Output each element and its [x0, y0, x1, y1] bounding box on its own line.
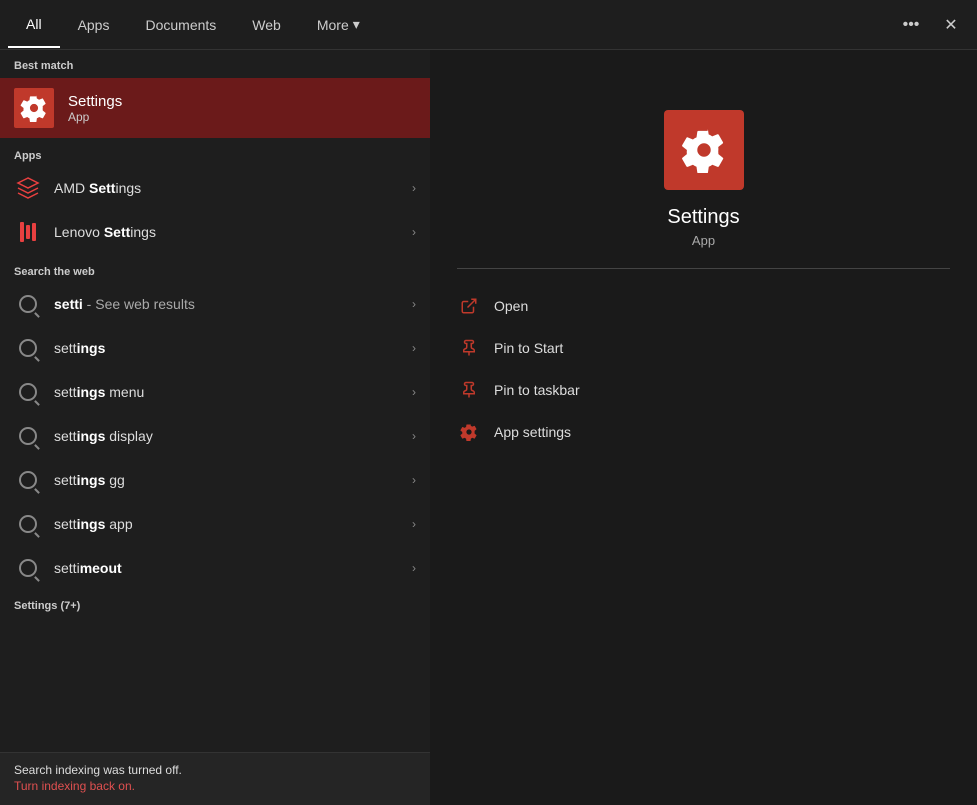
pin-taskbar-icon — [458, 379, 480, 401]
ellipsis-button[interactable]: ••• — [893, 7, 929, 43]
tab-web[interactable]: Web — [234, 3, 299, 47]
amd-settings-item[interactable]: AMD Settings › — [0, 166, 430, 210]
search-icon — [14, 378, 42, 406]
app-icon-large — [664, 110, 744, 190]
web-item-text: setti - See web results — [54, 296, 400, 312]
pin-start-label: Pin to Start — [494, 340, 563, 356]
search-icon — [14, 422, 42, 450]
web-item-text: settings gg — [54, 472, 400, 488]
search-icon — [14, 510, 42, 538]
gear-icon — [20, 94, 48, 122]
best-match-title: Settings — [68, 93, 122, 110]
best-match-label: Best match — [0, 50, 430, 78]
open-icon — [458, 295, 480, 317]
lenovo-settings-item[interactable]: Lenovo Settings › — [0, 210, 430, 254]
left-panel: Best match Settings App Apps — [0, 50, 430, 805]
search-icon — [14, 290, 42, 318]
chevron-right-icon: › — [412, 385, 416, 399]
web-item-settings-app[interactable]: settings app › — [0, 502, 430, 546]
open-action[interactable]: Open — [450, 285, 957, 327]
web-item-settings-gg[interactable]: settings gg › — [0, 458, 430, 502]
header: All Apps Documents Web More ▾ ••• ✕ — [0, 0, 977, 50]
chevron-right-icon: › — [412, 429, 416, 443]
web-item-text: settings — [54, 340, 400, 356]
lenovo-settings-text: Lenovo Settings — [54, 224, 400, 240]
web-item-setti[interactable]: setti - See web results › — [0, 282, 430, 326]
tab-more[interactable]: More ▾ — [299, 2, 378, 47]
tab-documents[interactable]: Documents — [127, 3, 234, 47]
open-label: Open — [494, 298, 528, 314]
chevron-right-icon: › — [412, 225, 416, 239]
web-section-label: Search the web — [0, 254, 430, 282]
right-panel: Settings App Open — [430, 50, 977, 805]
web-item-text: settimeout — [54, 560, 400, 576]
settings-app-icon — [14, 88, 54, 128]
amd-icon — [14, 174, 42, 202]
pin-taskbar-action[interactable]: Pin to taskbar — [450, 369, 957, 411]
web-item-text: settings app — [54, 516, 400, 532]
amd-settings-text: AMD Settings — [54, 180, 400, 196]
web-item-text: settings display — [54, 428, 400, 444]
tab-all[interactable]: All — [8, 2, 60, 48]
close-button[interactable]: ✕ — [933, 7, 969, 43]
apps-section-label: Apps — [0, 138, 430, 166]
chevron-right-icon: › — [412, 473, 416, 487]
web-item-settimeout[interactable]: settimeout › — [0, 546, 430, 590]
best-match-item[interactable]: Settings App — [0, 78, 430, 138]
search-window: All Apps Documents Web More ▾ ••• ✕ Best… — [0, 0, 977, 805]
chevron-right-icon: › — [412, 341, 416, 355]
pin-start-icon — [458, 337, 480, 359]
best-match-text: Settings App — [68, 93, 122, 124]
app-settings-icon — [458, 421, 480, 443]
lenovo-icon — [14, 218, 42, 246]
notification-text: Search indexing was turned off. — [14, 763, 416, 777]
divider — [457, 268, 949, 269]
header-actions: ••• ✕ — [893, 7, 969, 43]
search-icon — [14, 554, 42, 582]
web-item-settings-menu[interactable]: settings menu › — [0, 370, 430, 414]
chevron-right-icon: › — [412, 181, 416, 195]
web-item-text: settings menu — [54, 384, 400, 400]
chevron-right-icon: › — [412, 517, 416, 531]
pin-start-action[interactable]: Pin to Start — [450, 327, 957, 369]
tab-apps[interactable]: Apps — [60, 3, 128, 47]
app-name: Settings — [667, 206, 739, 229]
search-icon — [14, 466, 42, 494]
chevron-right-icon: › — [412, 297, 416, 311]
main-content: Best match Settings App Apps — [0, 50, 977, 805]
chevron-right-icon: › — [412, 561, 416, 575]
pin-taskbar-label: Pin to taskbar — [494, 382, 580, 398]
action-list: Open Pin to Start — [430, 285, 977, 453]
bottom-notification: Search indexing was turned off. Turn ind… — [0, 752, 430, 805]
best-match-subtitle: App — [68, 110, 122, 124]
web-item-settings[interactable]: settings › — [0, 326, 430, 370]
indexing-link[interactable]: Turn indexing back on. — [14, 779, 135, 793]
app-settings-label: App settings — [494, 424, 571, 440]
web-item-settings-display[interactable]: settings display › — [0, 414, 430, 458]
app-settings-action[interactable]: App settings — [450, 411, 957, 453]
chevron-down-icon: ▾ — [353, 16, 360, 33]
app-type: App — [692, 233, 715, 248]
gear-icon-large — [681, 127, 727, 173]
search-icon — [14, 334, 42, 362]
settings-count-label: Settings (7+) — [0, 590, 430, 616]
